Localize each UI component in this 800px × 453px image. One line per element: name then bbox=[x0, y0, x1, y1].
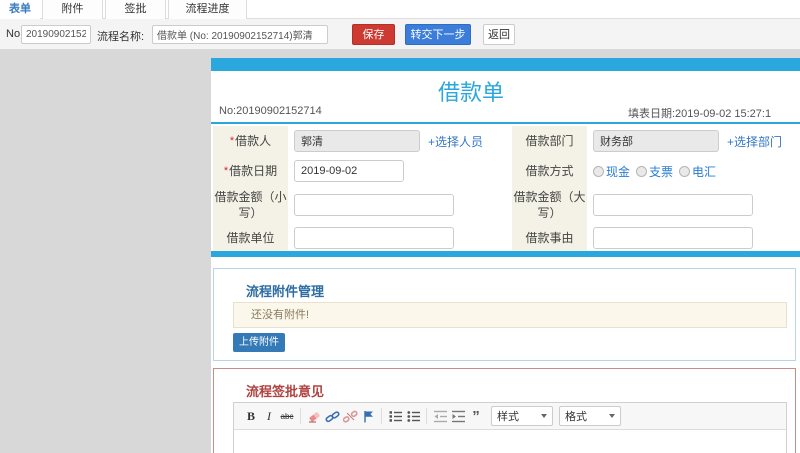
back-button[interactable]: 返回 bbox=[483, 24, 515, 45]
strikethrough-icon[interactable]: abc bbox=[278, 407, 296, 425]
toolbar-separator bbox=[300, 408, 301, 424]
tab-approval[interactable]: 签批 bbox=[105, 0, 166, 19]
toolbar-separator bbox=[381, 408, 382, 424]
amount-big-value-cell bbox=[587, 186, 800, 224]
department-value-cell: +选择部门 bbox=[587, 126, 800, 156]
loan-unit-input[interactable] bbox=[294, 226, 454, 249]
document-number: No:20190902152714 bbox=[219, 105, 322, 117]
field-row-borrower: *借款人 +选择人员 借款部门 +选择部门 bbox=[211, 126, 800, 156]
forward-next-step-button[interactable]: 转交下一步 bbox=[405, 24, 471, 45]
approval-section: 流程签批意见 B I abc ” 样式 格式 bbox=[213, 368, 796, 453]
tab-attachments[interactable]: 附件 bbox=[42, 0, 103, 19]
tab-form[interactable]: 表单 bbox=[0, 0, 40, 19]
bold-icon[interactable]: B bbox=[242, 407, 260, 425]
chevron-down-icon bbox=[541, 414, 547, 418]
radio-cash-label[interactable]: 现金 bbox=[606, 163, 630, 180]
bottom-accent-bar bbox=[211, 251, 800, 257]
approval-header: 流程签批意见 bbox=[246, 384, 325, 399]
no-attachments-message: 还没有附件! bbox=[233, 302, 787, 328]
loan-method-options: 现金 支票 电汇 bbox=[593, 163, 716, 180]
loan-date-input[interactable] bbox=[294, 160, 404, 182]
attachments-section: 流程附件管理 还没有附件! 上传附件 bbox=[213, 268, 796, 361]
process-name-label: 流程名称: bbox=[97, 31, 145, 43]
indent-icon[interactable] bbox=[449, 407, 467, 425]
field-row-amounts: 借款金额（小写） 借款金额（大写） bbox=[211, 186, 800, 224]
italic-icon[interactable]: I bbox=[260, 407, 278, 425]
numbered-list-icon[interactable] bbox=[386, 407, 404, 425]
page-title: 借款单 bbox=[437, 80, 504, 105]
rich-text-editor: B I abc ” 样式 格式 bbox=[233, 402, 787, 453]
radio-cash[interactable] bbox=[593, 165, 604, 177]
loan-unit-label: 借款单位 bbox=[213, 224, 288, 251]
loan-reason-input[interactable] bbox=[593, 226, 753, 249]
outdent-icon[interactable] bbox=[431, 407, 449, 425]
borrower-label: * 借款人 bbox=[213, 126, 288, 156]
remove-format-icon[interactable] bbox=[305, 407, 323, 425]
tab-bar: 表单 附件 签批 流程进度 bbox=[0, 0, 800, 19]
department-label: 借款部门 bbox=[512, 126, 587, 156]
loan-reason-value-cell bbox=[587, 224, 800, 251]
amount-small-value-cell bbox=[288, 186, 505, 224]
chevron-down-icon bbox=[609, 414, 615, 418]
unlink-icon[interactable] bbox=[341, 407, 359, 425]
blockquote-icon[interactable]: ” bbox=[467, 407, 485, 425]
radio-check[interactable] bbox=[636, 165, 648, 177]
amount-big-label: 借款金额（大写） bbox=[512, 186, 587, 224]
radio-wire-label[interactable]: 电汇 bbox=[692, 163, 716, 180]
loan-date-value-cell bbox=[288, 156, 505, 186]
editor-toolbar: B I abc ” 样式 格式 bbox=[234, 403, 786, 430]
loan-method-label: 借款方式 bbox=[512, 156, 587, 186]
select-person-link[interactable]: +选择人员 bbox=[428, 133, 483, 150]
styles-dropdown[interactable]: 样式 bbox=[491, 406, 553, 426]
editor-content-area[interactable] bbox=[234, 430, 786, 453]
fill-date: 填表日期:2019-09-02 15:27:1 bbox=[628, 108, 772, 120]
field-row-unit-reason: 借款单位 借款事由 bbox=[211, 224, 800, 251]
top-accent-bar bbox=[211, 58, 800, 71]
upload-attachment-button[interactable]: 上传附件 bbox=[233, 333, 285, 352]
loan-unit-value-cell bbox=[288, 224, 505, 251]
process-name-input[interactable] bbox=[152, 25, 328, 44]
tab-process-progress[interactable]: 流程进度 bbox=[168, 0, 247, 19]
amount-big-input[interactable] bbox=[593, 194, 753, 216]
toolbar-separator bbox=[426, 408, 427, 424]
required-mark: * bbox=[229, 135, 235, 147]
styles-dropdown-label: 样式 bbox=[497, 411, 519, 423]
save-button[interactable]: 保存 bbox=[352, 24, 395, 45]
select-department-link[interactable]: +选择部门 bbox=[727, 133, 782, 150]
radio-wire[interactable] bbox=[679, 165, 691, 177]
loan-form-page: 表单 附件 签批 流程进度 No: 流程名称: 保存 转交下一步 返回 借款单 … bbox=[0, 0, 800, 453]
form-toolbar: No: 流程名称: 保存 转交下一步 返回 bbox=[0, 19, 800, 50]
link-icon[interactable] bbox=[323, 407, 341, 425]
borrower-input[interactable] bbox=[294, 130, 420, 152]
loan-reason-label: 借款事由 bbox=[512, 224, 587, 251]
amount-small-input[interactable] bbox=[294, 194, 454, 216]
no-input[interactable] bbox=[21, 25, 91, 44]
bullet-list-icon[interactable] bbox=[404, 407, 422, 425]
anchor-flag-icon[interactable] bbox=[359, 407, 377, 425]
loan-date-label: * 借款日期 bbox=[213, 156, 288, 186]
borrower-value-cell: +选择人员 bbox=[288, 126, 505, 156]
document-panel: 借款单 No:20190902152714 填表日期:2019-09-02 15… bbox=[211, 58, 800, 453]
radio-check-label[interactable]: 支票 bbox=[649, 163, 673, 180]
required-mark: * bbox=[223, 165, 229, 177]
department-input[interactable] bbox=[593, 130, 719, 152]
divider-line bbox=[211, 122, 800, 124]
loan-method-value-cell: 现金 支票 电汇 bbox=[587, 156, 800, 186]
format-dropdown-label: 格式 bbox=[565, 411, 587, 423]
field-row-date-method: *借款日期 借款方式 现金 支票 电汇 bbox=[211, 156, 800, 186]
amount-small-label: 借款金额（小写） bbox=[213, 186, 288, 224]
attachments-header: 流程附件管理 bbox=[246, 284, 325, 299]
format-dropdown[interactable]: 格式 bbox=[559, 406, 621, 426]
